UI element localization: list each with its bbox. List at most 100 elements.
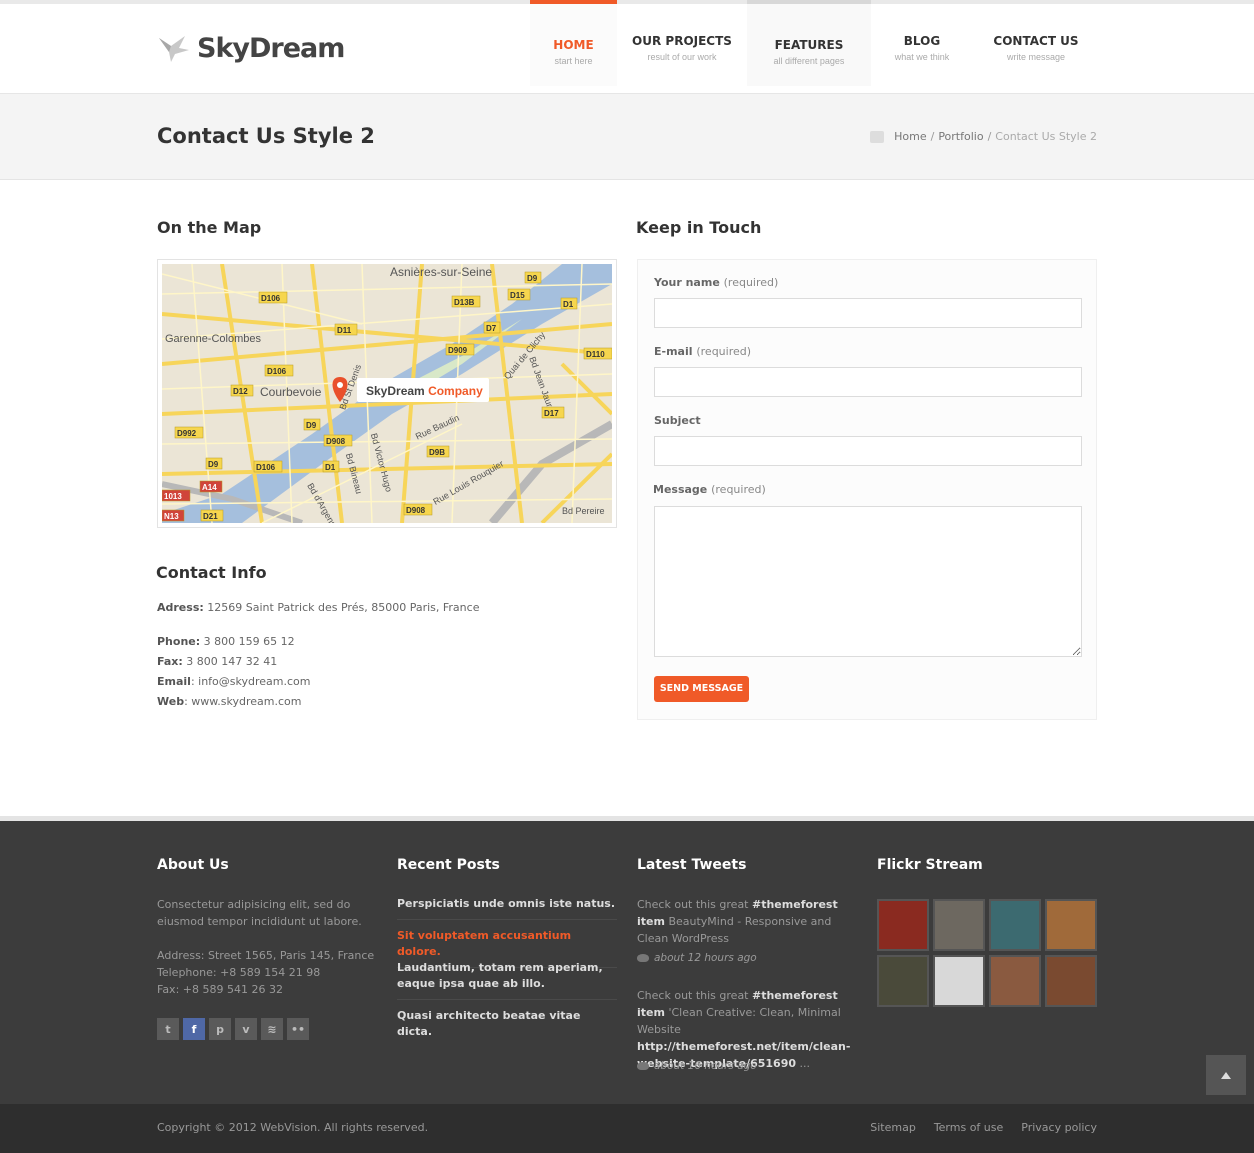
map[interactable]: Asnières-sur-Seine Garenne-Colombes Cour… [162, 264, 612, 523]
recent-post-link[interactable]: Laudantium, totam rem aperiam, eaque ips… [397, 960, 617, 1000]
phone-value: 3 800 159 65 12 [203, 635, 295, 648]
flickr-photo[interactable] [877, 955, 929, 1007]
road-label: D9 [527, 274, 538, 283]
terms-link[interactable]: Terms of use [934, 1121, 1003, 1134]
nav-label: BLOG [903, 34, 941, 48]
logo-text: SkyDream [197, 32, 345, 64]
form-heading: Keep in Touch [636, 218, 762, 237]
road-label: D9 [208, 460, 219, 469]
fax-value: 3 800 147 32 41 [186, 655, 278, 668]
web-label: Web [157, 695, 185, 708]
name-label-text: Your name [654, 276, 720, 289]
flickr-photo[interactable] [989, 955, 1041, 1007]
required-note: (required) [711, 483, 766, 496]
flickr-photo[interactable] [933, 899, 985, 951]
sitemap-link[interactable]: Sitemap [870, 1121, 916, 1134]
nav-blog[interactable]: BLOG what we think [871, 4, 973, 90]
nav-sublabel: start here [554, 56, 593, 66]
flickr-photo[interactable] [933, 955, 985, 1007]
nav-label: FEATURES [774, 38, 844, 52]
web-line: Web: www.skydream.com [157, 695, 302, 708]
flickr-photo[interactable] [1045, 955, 1097, 1007]
nav-sublabel: write message [1006, 52, 1066, 62]
map-place-label: Courbevoie [260, 385, 322, 399]
map-label-brand: SkyDream [366, 384, 425, 398]
logo[interactable]: SkyDream [157, 32, 345, 64]
footer-telephone: Telephone: +8 589 154 21 98 [157, 966, 321, 979]
breadcrumb-current: Contact Us Style 2 [995, 130, 1097, 143]
email-label-text: E-mail [654, 345, 693, 358]
flickr-photo[interactable] [989, 899, 1041, 951]
latest-tweets-heading: Latest Tweets [637, 857, 747, 873]
flickr-grid [877, 899, 1097, 1007]
nav-our-projects[interactable]: OUR PROJECTS result of our work [617, 4, 747, 90]
site-header: SkyDream HOME start here OUR PROJECTS re… [0, 0, 1254, 94]
road-label: D992 [177, 429, 197, 438]
tweet-text: 'Clean Creative: Clean, Minimal Website [637, 1006, 841, 1036]
name-input[interactable] [654, 298, 1082, 328]
message-textarea[interactable] [654, 506, 1082, 657]
email-link[interactable]: info@skydream.com [198, 675, 310, 688]
recent-posts-heading: Recent Posts [397, 857, 500, 873]
phone-label: Phone: [157, 635, 201, 648]
back-to-top-button[interactable] [1206, 1055, 1246, 1095]
road-label: D110 [586, 350, 605, 359]
phone-line: Phone: 3 800 159 65 12 [157, 635, 295, 648]
web-link[interactable]: www.skydream.com [191, 695, 301, 708]
tweet: Check out this great #themeforest item B… [637, 896, 857, 947]
map-frame: Asnières-sur-Seine Garenne-Colombes Cour… [157, 259, 617, 528]
breadcrumb-portfolio[interactable]: Portfolio [938, 130, 983, 143]
social-links: t f p v ≋ •• [157, 1018, 309, 1040]
tweet-text: ... [796, 1057, 811, 1070]
privacy-link[interactable]: Privacy policy [1021, 1121, 1097, 1134]
recent-post-link[interactable]: Quasi architecto beatae vitae dicta. [397, 1008, 617, 1047]
map-place-label: Bd Pereire [562, 506, 605, 516]
nav-contact-us[interactable]: CONTACT US write message [973, 4, 1099, 90]
nav-features[interactable]: FEATURES all different pages [747, 0, 871, 86]
twitter-icon[interactable]: t [157, 1018, 179, 1040]
map-heading: On the Map [157, 218, 262, 237]
map-label-suffix: Company [428, 384, 483, 398]
send-message-button[interactable]: SEND MESSAGE [654, 676, 749, 702]
email-label: Email [157, 675, 191, 688]
footer: About Us Consectetur adipisicing elit, s… [0, 816, 1254, 1104]
vimeo-icon[interactable]: v [235, 1018, 257, 1040]
tweet-time: about 12 hours ago [637, 952, 757, 964]
road-label: D1 [325, 463, 336, 472]
road-label: D21 [203, 512, 218, 521]
rss-icon[interactable]: ≋ [261, 1018, 283, 1040]
road-label: D908 [406, 506, 426, 515]
map-place-label: Garenne-Colombes [165, 333, 261, 345]
breadcrumb: Home / Portfolio / Contact Us Style 2 [870, 130, 1097, 143]
flickr-heading: Flickr Stream [877, 857, 983, 873]
nav-sublabel: result of our work [647, 52, 717, 62]
flickr-icon[interactable]: •• [287, 1018, 309, 1040]
footer-fax: Fax: +8 589 541 26 32 [157, 983, 283, 996]
road-label: D13B [454, 298, 475, 307]
nav-sublabel: all different pages [773, 56, 845, 66]
address-label: Adress: [157, 601, 204, 614]
road-label: D9B [429, 448, 445, 457]
tweet-text: Check out this great [637, 898, 752, 911]
contact-form: Your name (required) E-mail (required) S… [637, 259, 1097, 720]
subject-input[interactable] [654, 436, 1082, 466]
required-note: (required) [696, 345, 752, 358]
footer-address: Address: Street 1565, Paris 145, France [157, 949, 375, 962]
bird-logo-icon [159, 36, 189, 62]
flickr-photo[interactable] [1045, 899, 1097, 951]
nav-home[interactable]: HOME start here [530, 0, 617, 86]
breadcrumb-separator: / [930, 130, 935, 143]
facebook-icon[interactable]: f [183, 1018, 205, 1040]
road-label: D1 [563, 300, 574, 309]
address-value: 12569 Saint Patrick des Prés, 85000 Pari… [207, 601, 480, 614]
flickr-photo[interactable] [877, 899, 929, 951]
required-note: (required) [723, 276, 779, 289]
arrow-up-icon [1221, 1071, 1231, 1079]
breadcrumb-home[interactable]: Home [894, 130, 926, 143]
pinterest-icon[interactable]: p [209, 1018, 231, 1040]
subject-label-text: Subject [654, 414, 701, 427]
recent-post-link[interactable]: Perspiciatis unde omnis iste natus. [397, 896, 617, 920]
email-input[interactable] [654, 367, 1082, 397]
road-label: D106 [261, 294, 281, 303]
page-title: Contact Us Style 2 [157, 124, 375, 148]
